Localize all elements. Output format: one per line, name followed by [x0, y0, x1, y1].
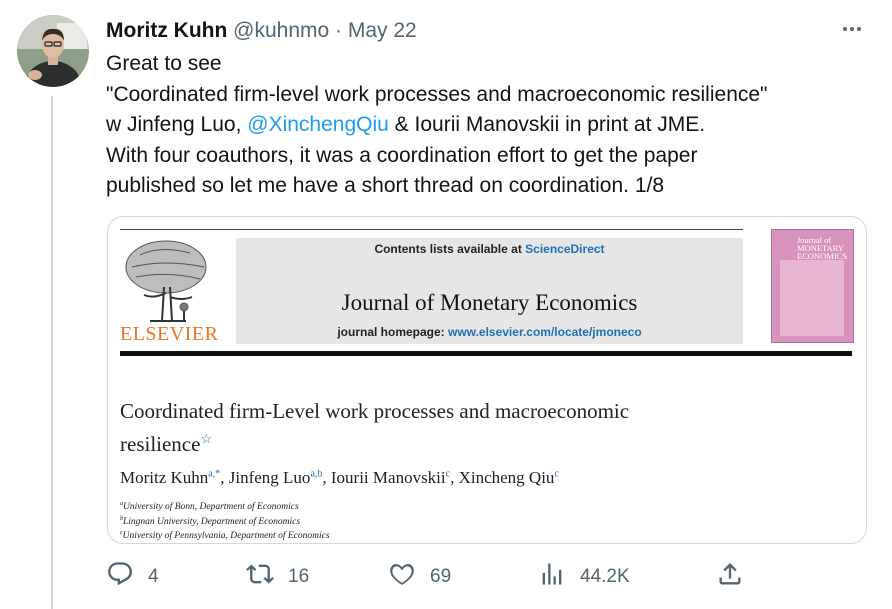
journal-cover: Journal of MONETARY ECONOMICS: [771, 229, 854, 343]
views-chart-icon: [538, 560, 566, 594]
tweet-text-line: published so let me have a short thread …: [106, 174, 665, 197]
paper-affiliations: aUniversity of Bonn, Department of Econo…: [120, 499, 330, 543]
paper-title-line: Coordinated firm-Level work processes an…: [120, 399, 630, 423]
tweet-text-fragment: w Jinfeng Luo,: [106, 113, 248, 136]
avatar[interactable]: [17, 15, 89, 87]
tweet-date[interactable]: May 22: [348, 19, 417, 42]
author: Xincheng Qiuc: [458, 468, 559, 487]
author: Moritz Kuhna,*,: [120, 468, 229, 487]
thick-rule: [120, 351, 852, 356]
journal-title: Journal of Monetary Economics: [341, 290, 638, 315]
mention-link[interactable]: @XinchengQiu: [247, 113, 389, 136]
affiliation: bLingnan University, Department of Econo…: [120, 515, 301, 527]
reply-button[interactable]: 4: [106, 560, 159, 594]
like-count: 69: [430, 566, 452, 587]
heart-icon: [388, 560, 416, 594]
header-rule: [120, 229, 743, 230]
contents-line: Contents lists available at ScienceDirec…: [236, 242, 743, 256]
tweet-text-line: w Jinfeng Luo, @XinchengQiu & Iourii Man…: [106, 110, 876, 141]
homepage-url: www.elsevier.com/locate/jmoneco: [448, 325, 642, 339]
elsevier-tree-logo: [125, 240, 207, 322]
retweet-count: 16: [288, 566, 310, 587]
author: Jinfeng Luoa,b,: [228, 468, 331, 487]
more-options-icon[interactable]: [841, 17, 863, 41]
tweet-text-fragment: & Iourii Manovskii in print at JME.: [388, 113, 706, 136]
tweet-actions: 4 16 69 44.2K: [106, 560, 866, 594]
reply-count: 4: [148, 566, 159, 587]
paper-title-line: resilience: [120, 432, 201, 456]
homepage-prefix: journal homepage:: [337, 325, 449, 339]
paper-title: Coordinated firm-Level work processes an…: [120, 398, 760, 458]
views-count: 44.2K: [580, 566, 630, 587]
separator-dot: ·: [335, 19, 343, 42]
attached-image-card[interactable]: ELSEVIER Contents lists available at Sci…: [107, 216, 867, 544]
title-footnote-star: ☆: [200, 431, 213, 446]
tweet-text-line: With four coauthors, it was a coordinati…: [106, 143, 698, 167]
like-button[interactable]: 69: [388, 560, 451, 594]
elsevier-wordmark: ELSEVIER: [120, 323, 219, 345]
affiliation: cUniversity of Pennsylvania, Department …: [120, 530, 330, 542]
cover-title: Journal of MONETARY ECONOMICS: [797, 235, 848, 261]
retweet-icon: [246, 560, 274, 594]
cover-contents-box: [780, 260, 844, 336]
contents-prefix: Contents lists available at: [374, 242, 526, 256]
tweet-header: Moritz Kuhn @kuhnmo · May 22: [106, 17, 872, 45]
views-button[interactable]: 44.2K: [538, 560, 630, 594]
paper-screenshot: ELSEVIER Contents lists available at Sci…: [108, 217, 866, 543]
tweet-text-line: "Coordinated firm-level work processes a…: [106, 82, 768, 106]
sciencedirect-link: ScienceDirect: [525, 242, 605, 256]
paper-authors: Moritz Kuhna,*, Jinfeng Luoa,b, Iourii M…: [120, 468, 559, 488]
thread-connector-line: [51, 96, 53, 609]
affiliation: aUniversity of Bonn, Department of Econo…: [120, 501, 299, 513]
homepage-line: journal homepage: www.elsevier.com/locat…: [236, 325, 743, 339]
author: Iourii Manovskiic,: [330, 468, 459, 487]
reply-icon: [106, 560, 134, 594]
tweet-text: Great to see "Coordinated firm-level wor…: [106, 49, 876, 202]
author-handle[interactable]: @kuhnmo: [233, 19, 329, 42]
tweet-text-line: Great to see: [106, 52, 222, 75]
share-button[interactable]: [716, 560, 744, 594]
share-icon: [716, 560, 744, 594]
retweet-button[interactable]: 16: [246, 560, 309, 594]
journal-banner: Contents lists available at ScienceDirec…: [236, 238, 743, 344]
author-name[interactable]: Moritz Kuhn: [106, 19, 227, 42]
